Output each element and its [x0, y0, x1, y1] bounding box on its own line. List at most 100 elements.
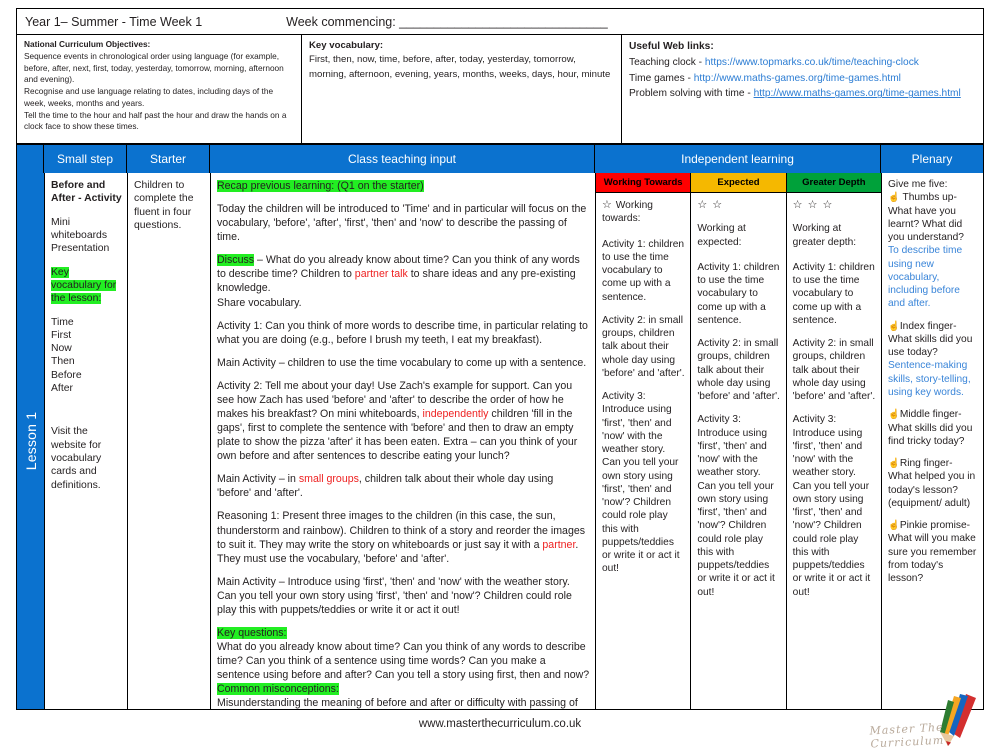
reasoning-paragraph: Reasoning 1: Present three images to the…	[217, 509, 590, 565]
recap-heading: Recap previous learning: (Q1 on the star…	[217, 180, 424, 192]
plenary-answer-1: To describe time using new vocabulary, i…	[888, 244, 978, 310]
hand-icon: ☝	[888, 320, 900, 332]
misconceptions-heading-row: Common misconceptions:	[217, 682, 590, 696]
star-rating-icon: ☆	[602, 199, 613, 211]
header-starter: Starter	[127, 145, 210, 173]
band-expected: Expected	[691, 173, 787, 193]
header-plenary: Plenary	[911, 152, 953, 166]
plenary-answer-2: Sentence-making skills, story-telling, u…	[888, 359, 978, 399]
nc-heading: National Curriculum Objectives:	[24, 39, 151, 49]
brand-text: Master The Curriculum	[869, 720, 945, 751]
misconceptions-text: Misunderstanding the meaning of before a…	[217, 697, 578, 709]
stars-row: ☆ ☆ ☆	[793, 198, 876, 212]
attainment-band-row: Working Towards Expected Greater Depth	[596, 173, 881, 193]
plenary-cell: Give me five: ☝ Thumbs up- What have you…	[882, 173, 983, 709]
header-class-teaching: Class teaching input	[210, 145, 595, 173]
activity-1: Activity 1: children to use the time voc…	[697, 261, 780, 326]
activity-1-paragraph: Activity 1: Can you think of more words …	[217, 319, 588, 346]
time-games-link[interactable]: http://www.maths-games.org/time-games.ht…	[694, 73, 901, 84]
plenary-question-1: ☝ Thumbs up- What have you learnt? What …	[888, 191, 978, 244]
key-vocab-list: Time First Now Then Before After	[51, 316, 82, 395]
q1-answer: To describe time using new vocabulary, i…	[888, 245, 963, 310]
table-header-row: Small step Starter Class teaching input …	[17, 145, 983, 173]
main-activity-3-paragraph: Main Activity – Introduce using 'first',…	[217, 575, 572, 616]
starter-text: Children to complete the fluent in four …	[134, 180, 194, 231]
hand-icon: ☝	[888, 192, 900, 204]
header-bar: Year 1– Summer - Time Week 1 Week commen…	[16, 8, 984, 34]
q3-prompt: Middle finger- What skills did you find …	[888, 409, 973, 447]
link-row-3: Problem solving with time - http://www.m…	[629, 86, 977, 102]
link1-label: Teaching clock -	[629, 56, 705, 68]
key-vocab-heading: Key vocabulary for the lesson:	[51, 266, 117, 305]
lesson-number-label: Lesson 1	[22, 411, 39, 471]
band-working-towards: Working Towards	[596, 173, 692, 193]
activity-1: Activity 1: children to use the time voc…	[602, 238, 685, 303]
teaching-clock-link[interactable]: https://www.topmarks.co.uk/time/teaching…	[705, 57, 919, 68]
independent-learning-cell: Working Towards Expected Greater Depth ☆…	[596, 173, 882, 709]
link2-label: Time games -	[629, 72, 694, 84]
key-questions-text: What do you already know about time? Can…	[217, 641, 590, 682]
intro-paragraph: Today the children will be introduced to…	[217, 203, 587, 244]
activity-2: Activity 2: in small groups, children ta…	[697, 338, 780, 403]
website-note: Visit the website for vocabulary cards a…	[51, 426, 102, 491]
discuss-paragraph: Discuss – What do you already know about…	[217, 253, 590, 295]
independently-highlight: independently	[422, 408, 489, 421]
main-activity2-part1: Main Activity – in	[217, 473, 299, 486]
table-body-row: Lesson 1 Before and After - Activity Min…	[17, 173, 983, 709]
level-label: Working at expected:	[697, 223, 746, 248]
reasoning-part1: Reasoning 1: Present three images to the…	[217, 510, 586, 551]
level-label: Working at greater depth:	[792, 223, 857, 248]
lesson-table: Small step Starter Class teaching input …	[16, 144, 984, 710]
plenary-question-2: ☝Index finger- What skills did you use t…	[888, 320, 978, 360]
problem-solving-link[interactable]: http://www.maths-games.org/time-games.ht…	[754, 88, 961, 99]
band-greater-depth: Greater Depth	[786, 173, 881, 193]
recap-heading-row: Recap previous learning: (Q1 on the star…	[217, 179, 590, 193]
class-teaching-cell: Recap previous learning: (Q1 on the star…	[211, 173, 596, 709]
hand-icon: ☝	[888, 409, 900, 421]
vocab-heading: Key vocabulary:	[309, 40, 384, 51]
main-activity-1-paragraph: Main Activity – children to use the time…	[217, 356, 587, 369]
differentiation-row: ☆ Working towards: Activity 1: children …	[596, 193, 881, 709]
stars-row: ☆ ☆	[697, 198, 780, 212]
differentiation-column-greater-depth: ☆ ☆ ☆ Working at greater depth: Activity…	[787, 193, 881, 709]
key-vocabulary-cell: Key vocabulary: First, then, now, time, …	[302, 35, 622, 143]
q1-prompt: Thumbs up- What have you learnt? What di…	[888, 192, 964, 244]
q2-answer: Sentence-making skills, story-telling, u…	[888, 360, 971, 398]
link3-label: Problem solving with time -	[629, 88, 754, 100]
header-independent-learning: Independent learning	[595, 145, 881, 173]
stars-row: ☆ Working towards:	[602, 198, 685, 226]
lesson-plan-page: Year 1– Summer - Time Week 1 Week commen…	[0, 0, 1000, 750]
share-vocabulary: Share vocabulary.	[217, 296, 302, 309]
brand-logo: Master The Curriculum	[816, 694, 986, 750]
partner-talk-highlight: partner talk	[354, 268, 408, 281]
week-commencing-field: Week commencing: _______________________…	[286, 14, 608, 29]
info-row: National Curriculum Objectives: Sequence…	[16, 34, 984, 144]
lesson-spine: Lesson 1	[17, 173, 45, 709]
national-curriculum-cell: National Curriculum Objectives: Sequence…	[17, 35, 302, 143]
differentiation-column-expected: ☆ ☆ Working at expected: Activity 1: chi…	[691, 193, 787, 709]
small-groups-highlight: small groups	[298, 473, 359, 486]
link-row-1: Teaching clock - https://www.topmarks.co…	[629, 55, 977, 71]
activity-3: Activity 3: Introduce using 'first', 'th…	[792, 414, 871, 598]
plenary-heading: Give me five:	[888, 179, 948, 190]
partner-highlight: partner	[542, 538, 576, 551]
small-step-cell: Before and After - Activity Mini whitebo…	[45, 173, 128, 709]
activity-3: Activity 3: Introduce using 'first', 'th…	[602, 391, 680, 575]
q2-prompt: Index finger- What skills did you use to…	[888, 320, 973, 359]
activity-2: Activity 2: in small groups, children ta…	[602, 314, 685, 379]
activity-2-paragraph: Activity 2: Tell me about your day! Use …	[217, 379, 590, 463]
plenary-question-3: ☝Middle finger- What skills did you find…	[888, 408, 978, 448]
star-rating-icon: ☆ ☆ ☆	[792, 199, 834, 211]
header-small-step: Small step	[44, 145, 127, 173]
discuss-label: Discuss	[217, 254, 255, 267]
small-step-resources: Mini whiteboards Presentation	[51, 216, 110, 255]
star-rating-icon: ☆ ☆	[697, 199, 724, 211]
links-heading: Useful Web links:	[629, 41, 714, 52]
activity-2: Activity 2: in small groups, children ta…	[792, 338, 876, 403]
hand-icon: ☝	[888, 458, 900, 470]
activity-3: Activity 3: Introduce using 'first', 'th…	[697, 414, 775, 598]
